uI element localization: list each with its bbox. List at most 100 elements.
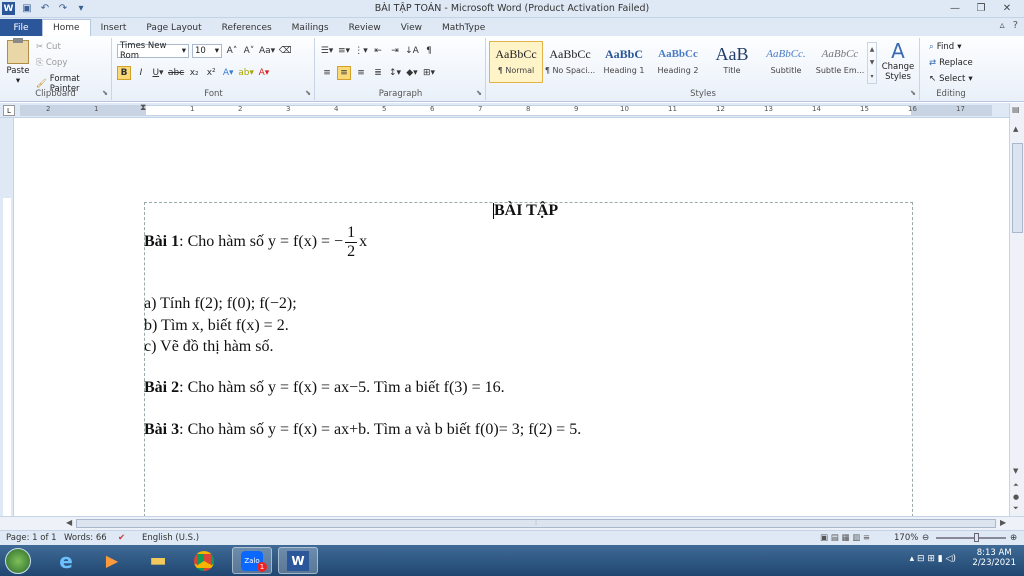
change-case-icon[interactable]: Aa▾	[259, 44, 275, 58]
line-spacing-icon[interactable]: ↕▾	[388, 66, 402, 80]
strikethrough-icon[interactable]: abc	[168, 66, 184, 80]
highlight-icon[interactable]: ab▾	[238, 66, 254, 80]
next-page-icon[interactable]: ⏷	[1013, 504, 1019, 513]
sort-icon[interactable]: ↓A	[405, 44, 419, 58]
font-launcher-icon[interactable]: ⬊	[305, 89, 311, 97]
item-b-line[interactable]: b) Tìm x, biết f(x) = 2.	[144, 317, 289, 335]
media-player-icon[interactable]: ▶	[92, 547, 132, 574]
select-button[interactable]: ↖ Select ▾	[929, 74, 973, 84]
scroll-left-icon[interactable]: ◀	[66, 518, 72, 527]
tab-review[interactable]: Review	[339, 19, 391, 36]
clear-formatting-icon[interactable]: ⌫	[278, 44, 292, 58]
item-a-line[interactable]: a) Tính f(2); f(0); f(−2);	[144, 295, 297, 313]
increase-indent-icon[interactable]: ⇥	[388, 44, 402, 58]
styles-launcher-icon[interactable]: ⬊	[910, 89, 916, 97]
replace-button[interactable]: ⇄ Replace	[929, 58, 973, 68]
minimize-button[interactable]: —	[942, 1, 968, 16]
start-button[interactable]	[5, 548, 31, 574]
style-subtle-emphasis[interactable]: AaBbCc Subtle Em...	[813, 41, 867, 83]
style-subtitle[interactable]: AaBbCc. Subtitle	[759, 41, 813, 83]
change-styles-button[interactable]: A Change Styles	[879, 40, 917, 82]
zoom-level[interactable]: 170%	[894, 533, 918, 543]
language[interactable]: English (U.S.)	[142, 533, 199, 543]
text-effects-icon[interactable]: A▾	[221, 66, 235, 80]
horizontal-ruler[interactable]: L 2 1 1 2 3 4 5 6 7 8 9 10 11 12 13 14 1…	[0, 103, 1024, 118]
zoom-slider[interactable]	[936, 537, 1006, 539]
clipboard-launcher-icon[interactable]: ⬊	[102, 89, 108, 97]
tray-icons[interactable]: ▴ ⊟ ⊞ ▮ ◁)	[910, 554, 956, 564]
decrease-indent-icon[interactable]: ⇤	[371, 44, 385, 58]
scroll-down-icon[interactable]: ▼	[1013, 467, 1018, 475]
word-count[interactable]: Words: 66	[64, 533, 107, 543]
font-size-combo[interactable]: 10 ▾	[192, 44, 222, 58]
explorer-icon[interactable]: ▬	[138, 547, 178, 574]
shading-icon[interactable]: ◆▾	[405, 66, 419, 80]
tab-mathtype[interactable]: MathType	[432, 19, 495, 36]
style-heading-2[interactable]: AaBbCc Heading 2	[651, 41, 705, 83]
grow-font-icon[interactable]: A˄	[225, 44, 239, 58]
tab-view[interactable]: View	[391, 19, 432, 36]
clock-time[interactable]: 8:13 AM	[972, 548, 1016, 558]
horizontal-scrollbar[interactable]: ◀ ⦙ ▶	[0, 516, 1024, 530]
paste-button[interactable]: Paste ▾	[4, 38, 32, 86]
browse-object-icon[interactable]: ●	[1013, 493, 1019, 501]
styles-scroll[interactable]: ▲ ▼ ▾	[867, 42, 877, 84]
show-formatting-icon[interactable]: ¶	[422, 44, 436, 58]
horizontal-scroll-thumb[interactable]: ⦙	[76, 519, 996, 528]
align-center-icon[interactable]: ≡	[337, 66, 351, 80]
zoom-out-icon[interactable]: ⊖	[922, 533, 929, 543]
zoom-slider-thumb[interactable]	[974, 533, 979, 542]
scroll-up-icon[interactable]: ▲	[1013, 125, 1018, 133]
shrink-font-icon[interactable]: A˅	[242, 44, 256, 58]
ie-icon[interactable]: e	[46, 547, 86, 574]
bai-2-line[interactable]: Bài 2: Cho hàm số y = f(x) = ax−5. Tìm a…	[144, 379, 505, 397]
previous-page-icon[interactable]: ⏶	[1013, 481, 1019, 490]
zalo-icon[interactable]: Zalo 1	[232, 547, 272, 574]
bold-button[interactable]: B	[117, 66, 131, 80]
bai-1-line[interactable]: Bài 1: Cho hàm số y = f(x) = −1 2 x	[144, 224, 367, 261]
document-area[interactable]: BÀI TẬP Bài 1: Cho hàm số y = f(x) = −1 2…	[14, 118, 1009, 516]
tab-references[interactable]: References	[212, 19, 282, 36]
minimize-ribbon-icon[interactable]: ▵	[1000, 20, 1005, 31]
cut-button[interactable]: ✂ Cut	[36, 42, 61, 52]
find-button[interactable]: ⌕ Find ▾	[929, 42, 961, 52]
bai-3-line[interactable]: Bài 3: Cho hàm số y = f(x) = ax+b. Tìm a…	[144, 421, 581, 439]
tab-page-layout[interactable]: Page Layout	[136, 19, 211, 36]
vertical-scrollbar[interactable]: ▤ ▲ ▼ ⏶ ● ⏷	[1009, 103, 1024, 517]
bullets-icon[interactable]: ☰▾	[320, 44, 334, 58]
view-ruler-icon[interactable]: ▤	[1012, 105, 1020, 114]
underline-button[interactable]: U ▾	[151, 66, 165, 80]
word-taskbar-icon[interactable]: W	[278, 547, 318, 574]
italic-button[interactable]: I	[134, 66, 148, 80]
style-title[interactable]: AaB Title	[705, 41, 759, 83]
copy-button[interactable]: ⎘ Copy	[36, 58, 67, 68]
superscript-icon[interactable]: x²	[204, 66, 218, 80]
document-heading[interactable]: BÀI TẬP	[493, 202, 558, 220]
style-normal[interactable]: AaBbCc ¶ Normal	[489, 41, 543, 83]
vertical-ruler[interactable]	[0, 118, 14, 516]
restore-button[interactable]: ❐	[968, 1, 994, 16]
vertical-scroll-thumb[interactable]	[1012, 143, 1023, 233]
style-no-spacing[interactable]: AaBbCc ¶ No Spaci...	[543, 41, 597, 83]
chrome-icon[interactable]	[184, 547, 224, 574]
zoom-in-icon[interactable]: ⊕	[1010, 533, 1017, 543]
close-button[interactable]: ✕	[994, 1, 1020, 16]
indent-marker-icon[interactable]: ⧗	[140, 103, 146, 113]
borders-icon[interactable]: ⊞▾	[422, 66, 436, 80]
tab-insert[interactable]: Insert	[91, 19, 137, 36]
tab-mailings[interactable]: Mailings	[282, 19, 339, 36]
font-color-icon[interactable]: A▾	[257, 66, 271, 80]
paragraph-launcher-icon[interactable]: ⬊	[476, 89, 482, 97]
item-c-line[interactable]: c) Vẽ đồ thị hàm số.	[144, 338, 273, 356]
numbering-icon[interactable]: ≡▾	[337, 44, 351, 58]
font-name-combo[interactable]: Times New Rom ▾	[117, 41, 189, 61]
tab-home[interactable]: Home	[42, 19, 91, 36]
multilevel-list-icon[interactable]: ⋮▾	[354, 44, 368, 58]
help-icon[interactable]: ?	[1013, 20, 1018, 31]
justify-icon[interactable]: ≣	[371, 66, 385, 80]
style-heading-1[interactable]: AaBbC Heading 1	[597, 41, 651, 83]
align-right-icon[interactable]: ≡	[354, 66, 368, 80]
clock-date[interactable]: 2/23/2021	[972, 558, 1016, 568]
tab-file[interactable]: File	[0, 19, 42, 36]
align-left-icon[interactable]: ≡	[320, 66, 334, 80]
